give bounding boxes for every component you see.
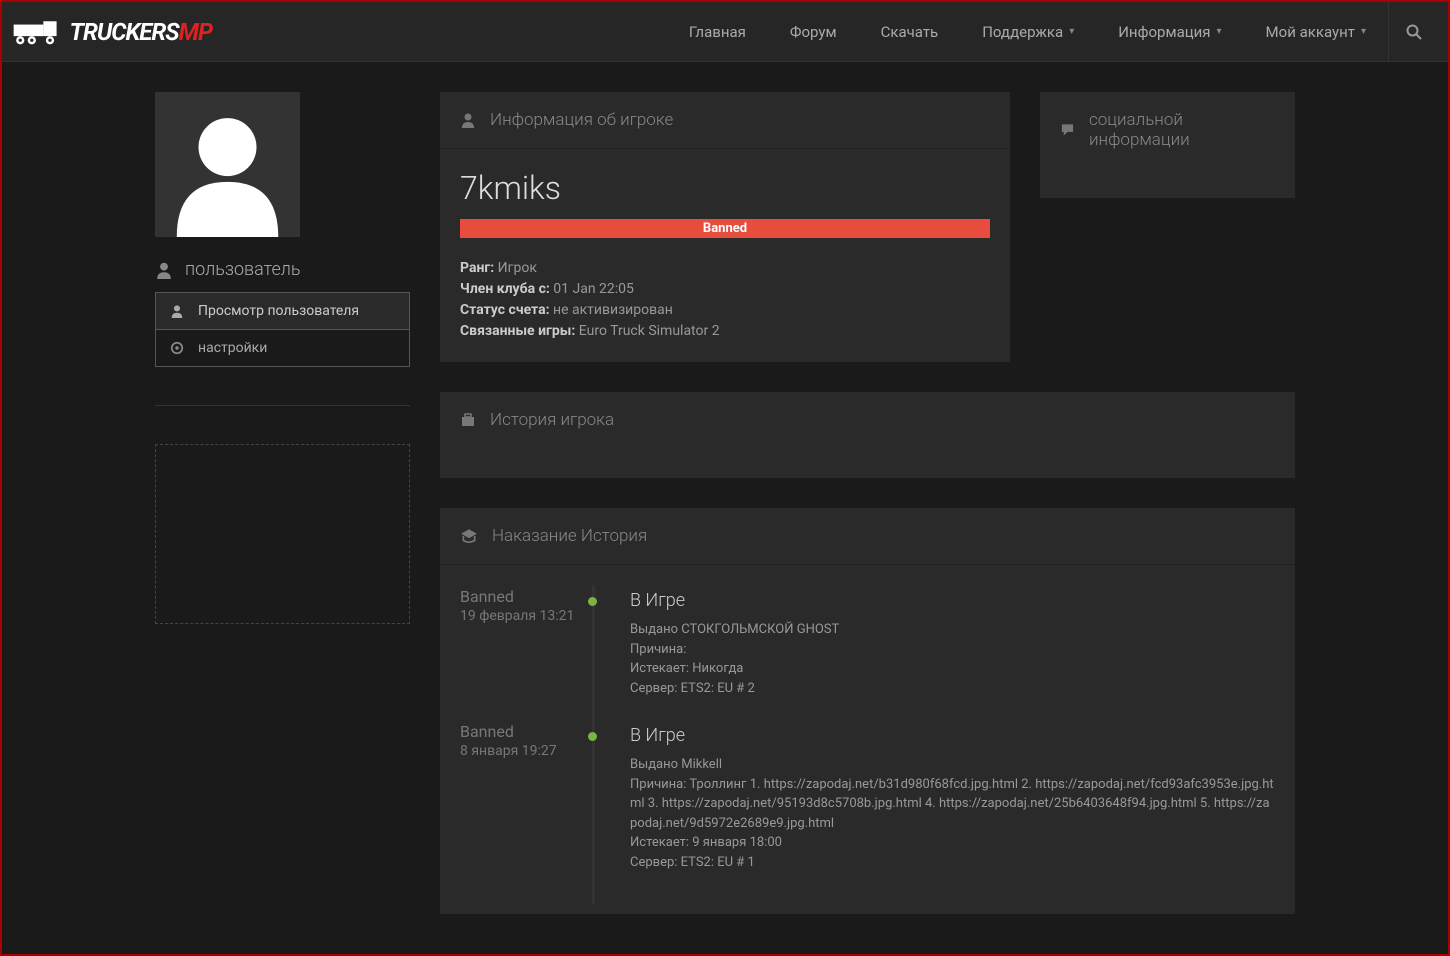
entry-title: В Игре bbox=[630, 722, 1275, 749]
chevron-down-icon: ▾ bbox=[1069, 26, 1074, 37]
search-button[interactable] bbox=[1388, 2, 1438, 62]
avatar bbox=[155, 92, 300, 237]
sidebar-item-view-user[interactable]: Просмотр пользователя bbox=[156, 293, 409, 330]
banned-badge: Banned bbox=[460, 219, 990, 238]
sidebar-item-label: настройки bbox=[198, 340, 267, 356]
nav: Главная Форум Скачать Поддержка ▾ Информ… bbox=[667, 2, 1438, 62]
entry-expires: Истекает: Никогда bbox=[630, 659, 1275, 679]
timeline: Banned 19 февраля 13:21 В Игре Выдано СТ… bbox=[440, 565, 1295, 914]
nav-support-label: Поддержка bbox=[982, 23, 1063, 41]
comment-icon bbox=[1060, 122, 1075, 138]
player-info-panel: Информация об игроке 7kmiks Banned Ранг:… bbox=[440, 92, 1010, 362]
info-games: Связанные игры: Euro Truck Simulator 2 bbox=[460, 321, 990, 342]
entry-issued: Выдано Mikkell bbox=[630, 755, 1275, 775]
gear-icon bbox=[170, 341, 184, 355]
panel-heading: Наказание История bbox=[440, 508, 1295, 565]
panel-title: Наказание История bbox=[492, 526, 647, 546]
placeholder-box bbox=[155, 444, 410, 624]
panel-title: социальной информации bbox=[1089, 110, 1275, 150]
punishment-panel: Наказание История Banned 19 февраля 13:2… bbox=[440, 508, 1295, 914]
info-rank: Ранг: Игрок bbox=[460, 258, 990, 279]
nav-home[interactable]: Главная bbox=[667, 2, 768, 62]
entry-server: Сервер: ETS2: EU # 1 bbox=[630, 853, 1275, 873]
sidebar-item-settings[interactable]: настройки bbox=[156, 330, 409, 366]
brand-name: TRUCKERS bbox=[70, 18, 179, 46]
nav-download[interactable]: Скачать bbox=[859, 2, 961, 62]
graduation-cap-icon bbox=[460, 527, 478, 545]
timeline-dot-icon bbox=[588, 732, 597, 741]
entry-date: 8 января 19:27 bbox=[460, 743, 580, 759]
panel-title: Информация об игроке bbox=[490, 110, 673, 130]
logo[interactable]: TRUCKERSMP bbox=[12, 13, 212, 51]
briefcase-icon bbox=[460, 412, 476, 428]
timeline-entry: Banned 8 января 19:27 В Игре Выдано Mikk… bbox=[460, 710, 1275, 884]
sidebar-menu: Просмотр пользователя настройки bbox=[155, 292, 410, 367]
timeline-entry: Banned 19 февраля 13:21 В Игре Выдано СТ… bbox=[460, 575, 1275, 710]
entry-status: Banned bbox=[460, 722, 580, 741]
brand-suffix: MP bbox=[179, 18, 212, 46]
entry-status: Banned bbox=[460, 587, 580, 606]
nav-support[interactable]: Поддержка ▾ bbox=[960, 2, 1096, 62]
info-member: Член клуба с: 01 Jan 22:05 bbox=[460, 279, 990, 300]
entry-expires: Истекает: 9 января 18:00 bbox=[630, 833, 1275, 853]
social-panel: социальной информации bbox=[1040, 92, 1295, 198]
chevron-down-icon: ▾ bbox=[1217, 26, 1222, 37]
panel-heading: История игрока bbox=[440, 392, 1295, 448]
search-icon bbox=[1406, 24, 1422, 40]
nav-info-label: Информация bbox=[1118, 23, 1210, 41]
chevron-down-icon: ▾ bbox=[1361, 26, 1366, 37]
topbar: TRUCKERSMP Главная Форум Скачать Поддерж… bbox=[2, 2, 1448, 62]
nav-account[interactable]: Мой аккаунт ▾ bbox=[1244, 2, 1388, 62]
nav-info[interactable]: Информация ▾ bbox=[1096, 2, 1243, 62]
user-icon bbox=[170, 304, 184, 318]
entry-date: 19 февраля 13:21 bbox=[460, 608, 580, 624]
entry-title: В Игре bbox=[630, 587, 1275, 614]
entry-server: Сервер: ETS2: EU # 2 bbox=[630, 679, 1275, 699]
entry-reason: Причина: Троллинг 1. https://zapodaj.net… bbox=[630, 775, 1275, 834]
panel-heading: Информация об игроке bbox=[440, 92, 1010, 149]
timeline-dot-icon bbox=[588, 597, 597, 606]
panel-title: История игрока bbox=[490, 410, 614, 430]
sidebar-item-label: Просмотр пользователя bbox=[198, 303, 359, 319]
nav-forum[interactable]: Форум bbox=[768, 2, 859, 62]
user-icon bbox=[460, 112, 476, 128]
divider bbox=[155, 405, 410, 406]
sidebar: пользователь Просмотр пользователя настр… bbox=[155, 92, 410, 914]
panel-heading: социальной информации bbox=[1040, 92, 1295, 168]
nav-account-label: Мой аккаунт bbox=[1266, 23, 1355, 41]
sidebar-title: пользователь bbox=[185, 259, 301, 280]
info-status: Статус счета: не активизирован bbox=[460, 300, 990, 321]
user-icon bbox=[155, 261, 173, 279]
history-panel: История игрока bbox=[440, 392, 1295, 478]
sidebar-heading: пользователь bbox=[155, 259, 410, 280]
entry-reason: Причина: bbox=[630, 640, 1275, 660]
entry-issued: Выдано СТОКГОЛЬМСКОЙ GHOST bbox=[630, 620, 1275, 640]
player-name: 7kmiks bbox=[460, 169, 990, 207]
